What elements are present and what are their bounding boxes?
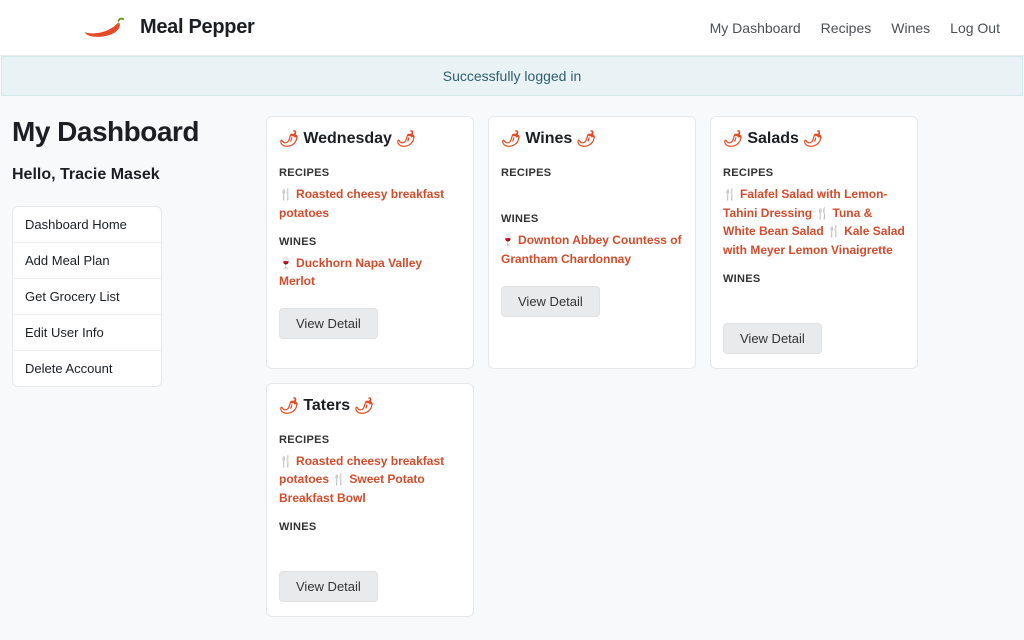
brand-name: Meal Pepper <box>140 16 255 39</box>
sidebar-item-get-grocery-list[interactable]: Get Grocery List <box>13 279 161 315</box>
card-title-text: Salads <box>747 130 799 148</box>
meal-plan-card: 🌶 Wines 🌶 RECIPES WINES 🍷 Downton Abbey … <box>488 116 696 369</box>
view-detail-button[interactable]: View Detail <box>723 323 822 354</box>
pepper-icon: 🌶 <box>354 396 374 416</box>
fork-knife-icon: 🍴 <box>332 474 346 486</box>
recipe-list: 🍴 Roasted cheesy breakfast potatoes 🍴 Sw… <box>279 452 461 507</box>
page-body: My Dashboard Hello, Tracie Masek Dashboa… <box>0 96 1024 617</box>
wine-list: 🍷 Downton Abbey Countess of Grantham Cha… <box>501 231 683 268</box>
wines-label: WINES <box>501 213 683 225</box>
card-title: 🌶 Salads 🌶 <box>723 129 905 149</box>
recipe-link[interactable]: Roasted cheesy breakfast potatoes <box>279 187 444 220</box>
fork-knife-icon: 🍴 <box>827 226 841 238</box>
sidebar-item-dashboard-home[interactable]: Dashboard Home <box>13 207 161 243</box>
wines-label: WINES <box>723 273 905 285</box>
wine-link[interactable]: Downton Abbey Countess of Grantham Chard… <box>501 233 682 266</box>
page-title: My Dashboard <box>12 116 248 148</box>
pepper-icon: 🌶 <box>576 129 596 149</box>
pepper-logo-icon <box>80 16 128 40</box>
nav-wines[interactable]: Wines <box>891 20 930 36</box>
nav-my-dashboard[interactable]: My Dashboard <box>710 20 801 36</box>
sidebar-item-delete-account[interactable]: Delete Account <box>13 351 161 386</box>
view-detail-button[interactable]: View Detail <box>279 571 378 602</box>
cards-grid: 🌶 Wednesday 🌶 RECIPES 🍴 Roasted cheesy b… <box>266 116 1014 617</box>
sidebar-menu: Dashboard Home Add Meal Plan Get Grocery… <box>12 206 162 387</box>
card-title: 🌶 Taters 🌶 <box>279 396 461 416</box>
recipe-list: 🍴 Roasted cheesy breakfast potatoes <box>279 185 461 222</box>
meal-plan-card: 🌶 Taters 🌶 RECIPES 🍴 Roasted cheesy brea… <box>266 383 474 617</box>
fork-knife-icon: 🍴 <box>815 208 829 220</box>
nav-recipes[interactable]: Recipes <box>821 20 872 36</box>
wine-list <box>723 291 905 305</box>
view-detail-button[interactable]: View Detail <box>501 286 600 317</box>
top-bar: Meal Pepper My Dashboard Recipes Wines L… <box>0 0 1024 56</box>
recipes-label: RECIPES <box>501 167 683 179</box>
card-title: 🌶 Wednesday 🌶 <box>279 129 461 149</box>
flash-banner: Successfully logged in <box>1 56 1023 96</box>
meal-plan-card: 🌶 Salads 🌶 RECIPES 🍴 Falafel Salad with … <box>710 116 918 369</box>
card-title-text: Taters <box>303 397 350 415</box>
fork-knife-icon: 🍴 <box>279 189 293 201</box>
sidebar-item-add-meal-plan[interactable]: Add Meal Plan <box>13 243 161 279</box>
fork-knife-icon: 🍴 <box>279 456 293 468</box>
logo[interactable]: Meal Pepper <box>80 16 255 40</box>
recipes-label: RECIPES <box>279 167 461 179</box>
pepper-icon: 🌶 <box>723 129 743 149</box>
card-title-text: Wines <box>525 130 572 148</box>
wine-list <box>279 539 461 553</box>
recipe-list: 🍴 Falafel Salad with Lemon-Tahini Dressi… <box>723 185 905 259</box>
recipe-list <box>501 185 683 199</box>
card-title-text: Wednesday <box>303 130 392 148</box>
wine-link[interactable]: Duckhorn Napa Valley Merlot <box>279 256 422 289</box>
wine-list: 🍷 Duckhorn Napa Valley Merlot <box>279 254 461 291</box>
pepper-icon: 🌶 <box>279 129 299 149</box>
pepper-icon: 🌶 <box>396 129 416 149</box>
top-nav: My Dashboard Recipes Wines Log Out <box>710 20 1000 36</box>
recipes-label: RECIPES <box>279 434 461 446</box>
pepper-icon: 🌶 <box>279 396 299 416</box>
wine-glass-icon: 🍷 <box>501 235 515 247</box>
card-title: 🌶 Wines 🌶 <box>501 129 683 149</box>
view-detail-button[interactable]: View Detail <box>279 308 378 339</box>
pepper-icon: 🌶 <box>803 129 823 149</box>
meal-plan-card: 🌶 Wednesday 🌶 RECIPES 🍴 Roasted cheesy b… <box>266 116 474 369</box>
wines-label: WINES <box>279 236 461 248</box>
recipes-label: RECIPES <box>723 167 905 179</box>
sidebar: My Dashboard Hello, Tracie Masek Dashboa… <box>10 116 248 617</box>
nav-logout[interactable]: Log Out <box>950 20 1000 36</box>
wine-glass-icon: 🍷 <box>279 258 293 270</box>
fork-knife-icon: 🍴 <box>723 189 737 201</box>
greeting: Hello, Tracie Masek <box>12 166 248 184</box>
sidebar-item-edit-user-info[interactable]: Edit User Info <box>13 315 161 351</box>
wines-label: WINES <box>279 521 461 533</box>
pepper-icon: 🌶 <box>501 129 521 149</box>
